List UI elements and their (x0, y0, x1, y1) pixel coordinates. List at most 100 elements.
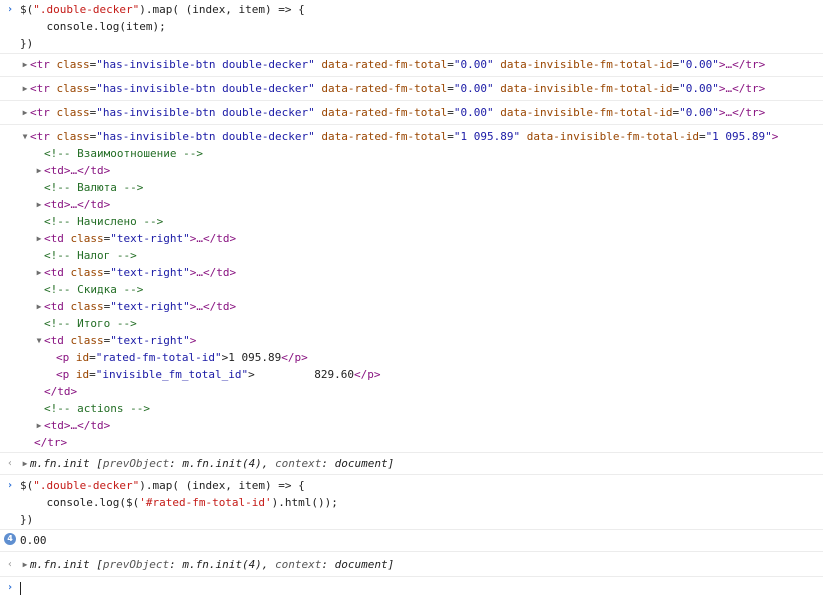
dom-node-td-text-right[interactable]: ▶ <td class="text-right">…</td> (20, 230, 823, 247)
tag-open: <p (56, 368, 70, 381)
dom-node-tr-3[interactable]: ▶ <tr class="has-invisible-btn double-dec… (20, 104, 823, 121)
attr-name: class (56, 130, 90, 143)
result-object[interactable]: ‹ ▶ m.fn.init [prevObject: m.fn.init(4), c… (7, 556, 823, 573)
tag-open: <p (56, 351, 70, 364)
dom-node-tr-1[interactable]: ▶ <tr class="has-invisible-btn double-dec… (20, 56, 823, 73)
expand-arrow-icon[interactable]: ▶ (34, 230, 44, 247)
dom-node-tr-2[interactable]: ▶ <tr class="has-invisible-btn double-dec… (20, 80, 823, 97)
attr-value: "invisible_fm_total_id" (95, 368, 249, 381)
collapse-arrow-icon[interactable]: ▼ (34, 332, 44, 349)
cmd1-line1-string: ".double-decker" (33, 3, 140, 16)
dom-node-p-rated[interactable]: <p id="rated-fm-total-id">1 095.89</p> (20, 349, 823, 366)
expand-arrow-icon[interactable]: ▶ (34, 417, 44, 434)
object-key: context (275, 558, 322, 571)
attr-name: id (75, 351, 90, 364)
object-value: : m.fn.init(4), (169, 457, 276, 470)
expand-arrow-icon[interactable]: ▶ (34, 298, 44, 315)
attr-name: data-rated-fm-total (321, 82, 448, 95)
comment-node: <!-- Итого --> (44, 317, 137, 330)
dom-node-td[interactable]: ▶ <td>…</td> (20, 196, 823, 213)
expand-arrow-icon[interactable]: ▶ (34, 196, 44, 213)
attr-name: data-invisible-fm-total-id (500, 82, 673, 95)
attr-name: class (56, 82, 90, 95)
comment-node: <!-- Начислено --> (44, 215, 164, 228)
tag-close: >…</tr> (718, 58, 766, 71)
dom-node-tr-4[interactable]: ▼ <tr class="has-invisible-btn double-dec… (20, 128, 823, 145)
dom-node-td[interactable]: ▶ <td>…</td> (20, 417, 823, 434)
expand-arrow-icon[interactable]: ▶ (34, 264, 44, 281)
result-arrow-icon: ‹ (6, 559, 14, 570)
tag-open: <td (44, 300, 64, 313)
dom-node-p-invisible[interactable]: <p id="invisible_fm_total_id"> 829.60</p… (20, 366, 823, 383)
attr-value: "text-right" (110, 266, 190, 279)
attr-value: "0.00" (679, 58, 719, 71)
attr-value: "has-invisible-btn double-decker" (96, 106, 315, 119)
attr-value: "rated-fm-total-id" (95, 351, 222, 364)
dom-node-td-text-right-open[interactable]: ▼ <td class="text-right"> (20, 332, 823, 349)
p-text: >1 095.89 (221, 351, 282, 364)
attr-value: "has-invisible-btn double-decker" (96, 58, 315, 71)
console-result-1: ‹ ▶ m.fn.init [prevObject: m.fn.init(4), c… (0, 453, 823, 475)
tag-open: <tr (30, 106, 50, 119)
tag-close: >…</tr> (718, 82, 766, 95)
log-row-1: ▶ <tr class="has-invisible-btn double-dec… (0, 54, 823, 77)
comment-node: <!-- Взаимоотношение --> (44, 147, 203, 160)
tag-close: >…</td> (189, 232, 237, 245)
tag-open: <tr (30, 82, 50, 95)
comment-node: <!-- Скидка --> (44, 283, 144, 296)
expand-arrow-icon[interactable]: ▶ (20, 80, 30, 97)
attr-value: "0.00" (453, 58, 494, 71)
log-row-4-expanded: ▼ <tr class="has-invisible-btn double-dec… (0, 125, 823, 453)
object-bracket: [ (89, 558, 103, 571)
object-value: : document] (321, 457, 395, 470)
dom-node-td[interactable]: ▶ <td>…</td> (20, 162, 823, 179)
tag-close: >…</tr> (718, 106, 766, 119)
dom-node-td-text-right[interactable]: ▶ <td class="text-right">…</td> (20, 298, 823, 315)
cmd1-line3: }) (20, 37, 34, 50)
dom-node-td-text-right[interactable]: ▶ <td class="text-right">…</td> (20, 264, 823, 281)
comment-node: <!-- Налог --> (44, 249, 137, 262)
attr-name: class (70, 334, 104, 347)
tag-open: <td (44, 334, 64, 347)
attr-name: class (70, 266, 104, 279)
cmd2-line2-post: ).html()); (271, 496, 338, 509)
attr-name: data-invisible-fm-total-id (500, 58, 673, 71)
comment-node: <!-- Валюта --> (44, 181, 144, 194)
result-arrow-icon: ‹ (6, 458, 14, 469)
tag-open: <tr (30, 58, 50, 71)
console-input[interactable]: › (0, 577, 823, 596)
object-value: : document] (321, 558, 395, 571)
attr-value: "0.00" (679, 106, 719, 119)
log-row-3: ▶ <tr class="has-invisible-btn double-dec… (0, 101, 823, 125)
console-result-2: ‹ ▶ m.fn.init [prevObject: m.fn.init(4), c… (0, 552, 823, 577)
attr-value: "has-invisible-btn double-decker" (96, 130, 315, 143)
object-key: prevObject (102, 457, 170, 470)
tag-open: <tr (30, 130, 50, 143)
prompt-arrow-icon: › (6, 582, 14, 593)
tag-open: <td (44, 232, 64, 245)
tag-close: </p> (281, 351, 308, 364)
object-name: m.fn.init (30, 457, 90, 470)
cmd1-line1-post: ).map( (index, item) => { (139, 3, 305, 16)
attr-value: "1 095.89" (705, 130, 772, 143)
collapse-arrow-icon[interactable]: ▼ (20, 128, 30, 145)
expand-arrow-icon[interactable]: ▶ (20, 556, 30, 573)
result-object[interactable]: ‹ ▶ m.fn.init [prevObject: m.fn.init(4), c… (7, 455, 823, 472)
attr-value: "0.00" (453, 82, 494, 95)
attr-value: "0.00" (679, 82, 719, 95)
expand-arrow-icon[interactable]: ▶ (20, 56, 30, 73)
tag-close: </tr> (34, 436, 68, 449)
cmd2-line1-pre: $( (20, 479, 34, 492)
expand-arrow-icon[interactable]: ▶ (20, 104, 30, 121)
attr-name: data-rated-fm-total (321, 130, 448, 143)
attr-name: class (56, 58, 90, 71)
attr-value: "text-right" (110, 232, 190, 245)
attr-value: "0.00" (453, 106, 494, 119)
expand-arrow-icon[interactable]: ▶ (20, 455, 30, 472)
cmd2-line2-string: '#rated-fm-total-id' (139, 496, 272, 509)
expand-arrow-icon[interactable]: ▶ (34, 162, 44, 179)
object-value: : m.fn.init(4), (169, 558, 276, 571)
tag-close: </p> (354, 368, 381, 381)
attr-name: data-invisible-fm-total-id (500, 106, 673, 119)
cmd2-line2-pre: console.log($( (20, 496, 140, 509)
